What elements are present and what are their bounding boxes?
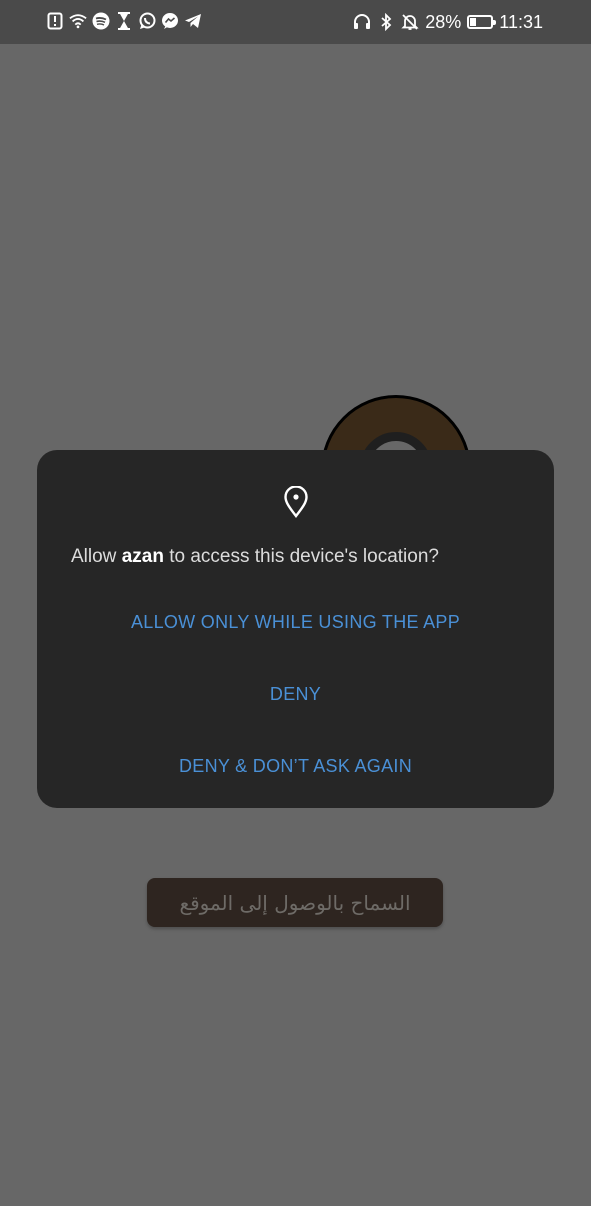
clock: 11:31 xyxy=(499,12,543,32)
allow-while-using-button[interactable]: ALLOW ONLY WHILE USING THE APP xyxy=(37,612,554,633)
permission-question: Allow azan to access this device's locat… xyxy=(71,544,531,570)
telegram-icon xyxy=(184,12,202,30)
question-prefix: Allow xyxy=(71,546,122,567)
deny-dont-ask-again-button[interactable]: DENY & DON’T ASK AGAIN xyxy=(37,756,554,777)
location-pin-icon xyxy=(283,485,309,518)
app-name: azan xyxy=(121,546,164,567)
bell-off-icon xyxy=(401,13,419,31)
wifi-icon xyxy=(69,12,87,30)
whatsapp-icon xyxy=(138,12,156,30)
status-bar: 28% 11:31 xyxy=(0,0,591,44)
alert-icon xyxy=(46,12,64,30)
bluetooth-icon xyxy=(377,13,395,31)
hourglass-icon xyxy=(115,12,133,30)
allow-location-button[interactable]: السماح بالوصول إلى الموقع xyxy=(147,878,443,927)
battery-icon xyxy=(467,15,497,29)
location-permission-dialog: Allow azan to access this device's locat… xyxy=(37,450,554,808)
status-bar-notifications xyxy=(46,12,202,30)
deny-button[interactable]: DENY xyxy=(37,684,554,705)
question-suffix: to access this device's location? xyxy=(163,546,439,567)
allow-location-button-label: السماح بالوصول إلى الموقع xyxy=(179,890,411,915)
status-bar-system: 28% 11:31 xyxy=(353,12,543,32)
headphones-icon xyxy=(353,13,371,31)
spotify-icon xyxy=(92,12,110,30)
messenger-icon xyxy=(161,12,179,30)
battery-percent: 28% xyxy=(425,12,462,32)
